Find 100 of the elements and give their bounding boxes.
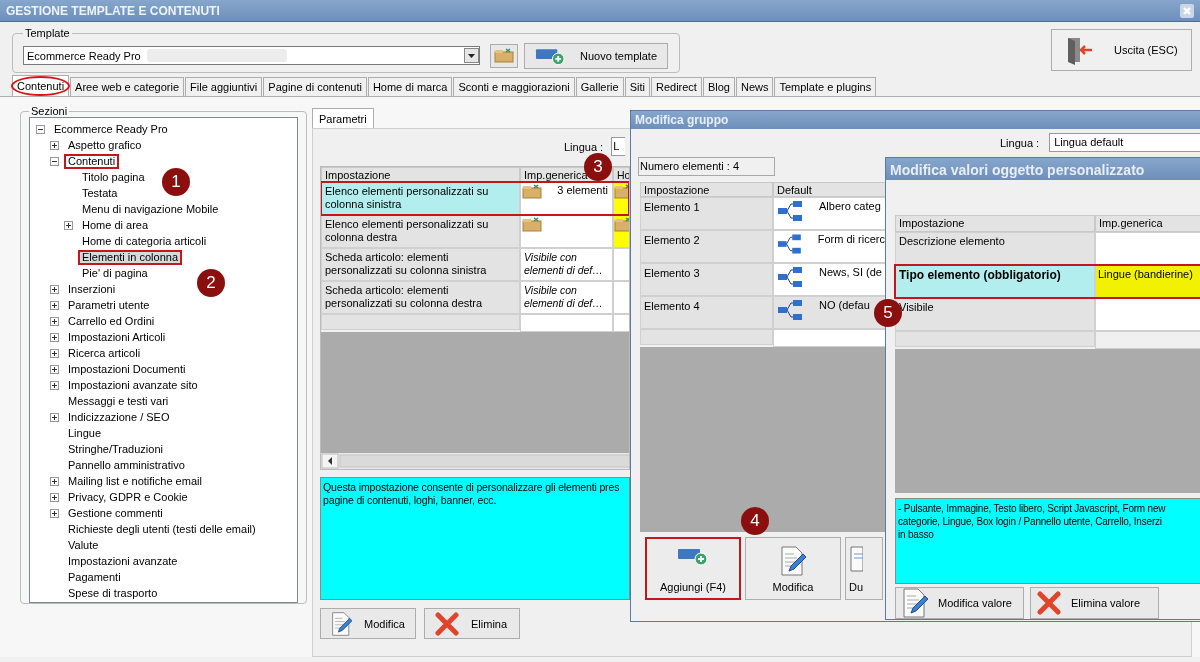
folder-icon <box>494 48 514 63</box>
expand-icon[interactable] <box>50 140 59 150</box>
tree-item[interactable]: Home di area <box>78 217 153 233</box>
tab[interactable]: Aree web e categorie <box>70 77 185 96</box>
tree-item[interactable]: Inserzioni <box>64 281 120 297</box>
expand-icon[interactable] <box>50 300 59 310</box>
close-icon[interactable] <box>1180 3 1194 18</box>
table-cell: Elenco elementi personalizzati su colonna sinistra <box>321 182 520 215</box>
tree-item[interactable]: Aspetto grafico <box>64 137 146 153</box>
dialog-title: Modifica gruppo <box>631 111 1200 129</box>
edit-button[interactable]: Modifica <box>745 537 841 600</box>
tab[interactable]: Contenuti <box>12 75 70 96</box>
add-button[interactable]: Aggiungi (F4) <box>645 537 741 600</box>
tab[interactable]: Template e plugins <box>774 77 877 96</box>
collapse-icon[interactable] <box>50 156 59 166</box>
cell-value: 3 elementi <box>557 184 608 197</box>
delete-button[interactable]: Elimina <box>424 608 520 639</box>
tree-item[interactable]: Testata <box>78 185 122 201</box>
tree-item[interactable]: Pannello amministrativo <box>64 457 189 473</box>
tree-item[interactable]: Pagamenti <box>64 569 125 585</box>
table-cell: Lingue (bandierine) <box>1095 265 1200 299</box>
duplicate-button[interactable]: Du <box>845 537 883 600</box>
table-cell: Albero categ <box>773 197 886 230</box>
expand-icon[interactable] <box>50 492 59 502</box>
tab[interactable]: Redirect <box>650 77 702 96</box>
expand-icon[interactable] <box>50 380 59 390</box>
table-cell: Descrizione elemento <box>895 232 1095 266</box>
table-cell: Elenco elementi personalizzati su colonna destra <box>321 215 520 248</box>
scrollbar[interactable] <box>321 453 629 469</box>
language-field[interactable]: Lingua default <box>1049 133 1200 152</box>
delete-icon <box>435 611 459 636</box>
expand-icon[interactable] <box>50 476 59 486</box>
tree-item[interactable]: Titolo pagina <box>78 169 149 185</box>
tree-item[interactable]: Lingue <box>64 425 106 441</box>
table-cell: News, SI (de <box>773 263 886 296</box>
tree-item[interactable]: Pie' di pagina <box>78 265 152 281</box>
count-field: Numero elementi : 4 <box>638 157 775 176</box>
new-template-button[interactable]: Nuovo template <box>524 42 668 69</box>
tab[interactable]: Blog <box>702 77 735 96</box>
table-cell: Tipo elemento (obbligatorio) <box>895 265 1095 299</box>
expand-icon[interactable] <box>50 348 59 358</box>
expand-icon[interactable] <box>50 284 59 294</box>
expand-icon[interactable] <box>50 332 59 342</box>
tree-item[interactable]: Messaggi e testi vari <box>64 393 173 409</box>
collapse-icon[interactable] <box>36 124 45 134</box>
expand-icon[interactable] <box>50 412 59 422</box>
tree-item[interactable]: Ricerca articoli <box>64 345 145 361</box>
table-cell <box>613 314 629 332</box>
tab[interactable]: Parametri <box>312 108 374 128</box>
language-label: Lingua : <box>1000 136 1040 149</box>
tree-item[interactable]: Stringhe/Traduzioni <box>64 441 167 457</box>
exit-button[interactable]: Uscita (ESC) <box>1051 29 1192 71</box>
tree-item[interactable]: Elementi in colonna <box>78 249 182 265</box>
tree-item[interactable]: Impostazioni avanzate <box>64 553 182 569</box>
tree-item[interactable]: Ecommerce Ready Pro <box>50 121 172 137</box>
column-header: Default <box>773 182 886 197</box>
tree-item[interactable]: Indicizzazione / SEO <box>64 409 174 425</box>
window-title: GESTIONE TEMPLATE E CONTENUTI <box>6 3 220 18</box>
tree-item[interactable]: Carrello ed Ordini <box>64 313 159 329</box>
expand-icon[interactable] <box>50 508 59 518</box>
tab[interactable]: News <box>735 77 774 96</box>
table-cell: Scheda articolo: elementi personalizzati su colonna sinistra <box>321 248 520 281</box>
tree-item[interactable]: Contenuti <box>64 153 120 169</box>
tree-item[interactable]: Impostazioni avanzate sito <box>64 377 202 393</box>
folder-icon <box>522 184 542 199</box>
expand-icon[interactable] <box>50 316 59 326</box>
tab[interactable]: Pagine di contenuti <box>263 77 367 96</box>
delete-button[interactable]: Elimina valore <box>1030 587 1159 619</box>
tree-item[interactable]: Gestione commenti <box>64 505 167 521</box>
tree-item[interactable]: Richieste degli utenti (testi delle email) <box>64 521 260 537</box>
tab[interactable]: Sconti e maggiorazioni <box>453 77 575 96</box>
tree-item[interactable]: Mailing list e notifiche email <box>64 473 206 489</box>
tab[interactable]: File aggiuntivi <box>185 77 263 96</box>
folder-icon <box>614 217 629 232</box>
tree-item[interactable]: Impostazioni Articoli <box>64 329 170 345</box>
hierarchy-icon <box>777 299 803 321</box>
tab[interactable]: Siti <box>624 77 650 96</box>
tree-item[interactable]: Parametri utente <box>64 297 154 313</box>
tree-item[interactable]: Privacy, GDPR e Cookie <box>64 489 192 505</box>
description-text: Questa impostazione consente di personalizzare gli elementi pres pagine di contenuti, loghi, banner, ecc. <box>320 477 630 600</box>
tree-item[interactable]: Menu di navigazione Mobile <box>78 201 223 217</box>
hierarchy-icon <box>777 200 803 222</box>
dialog-title: Modifica valori oggetto personalizzato <box>886 158 1200 181</box>
tab[interactable]: Home di marca <box>367 77 453 96</box>
tab[interactable]: Gallerie <box>575 77 624 96</box>
edit-button[interactable]: Modifica <box>320 608 416 639</box>
delete-icon <box>1037 591 1061 615</box>
document-icon <box>849 546 863 572</box>
edit-button[interactable]: Modifica valore <box>895 587 1024 619</box>
tree-item[interactable]: Impostazioni Documenti <box>64 361 190 377</box>
tree-item[interactable]: Home di categoria articoli <box>78 233 211 249</box>
table-cell: Visibile con elementi di def… <box>520 281 613 314</box>
tree-item[interactable]: Valute <box>64 537 103 553</box>
expand-icon[interactable] <box>64 220 73 230</box>
group-label: Sezioni <box>30 105 69 117</box>
tree-item[interactable]: Spese di trasporto <box>64 585 162 601</box>
template-dropdown[interactable]: Ecommerce Ready Pro <box>23 46 480 65</box>
column-header: Imp.generica <box>1095 215 1200 233</box>
expand-icon[interactable] <box>50 364 59 374</box>
language-field[interactable]: L <box>611 137 626 156</box>
